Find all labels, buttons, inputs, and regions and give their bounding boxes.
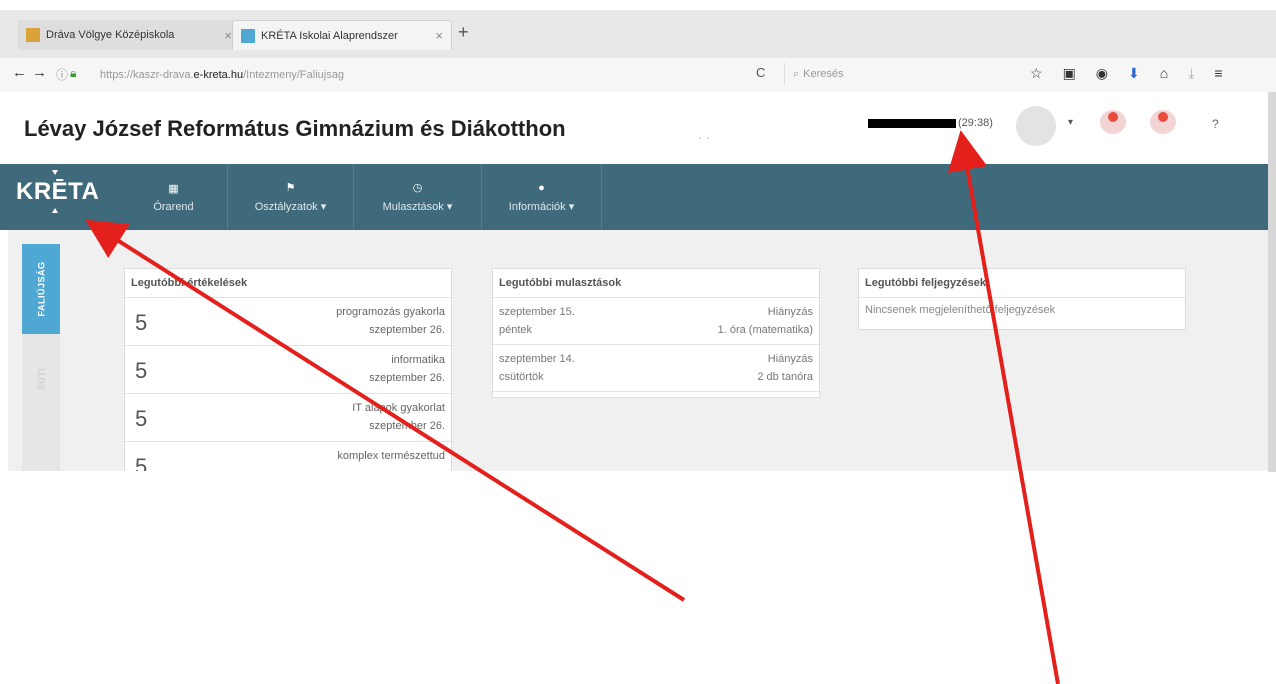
arrow-to-logo	[85, 219, 686, 602]
arrow-to-timer	[947, 130, 1060, 684]
annotation-arrows	[85, 130, 1060, 684]
